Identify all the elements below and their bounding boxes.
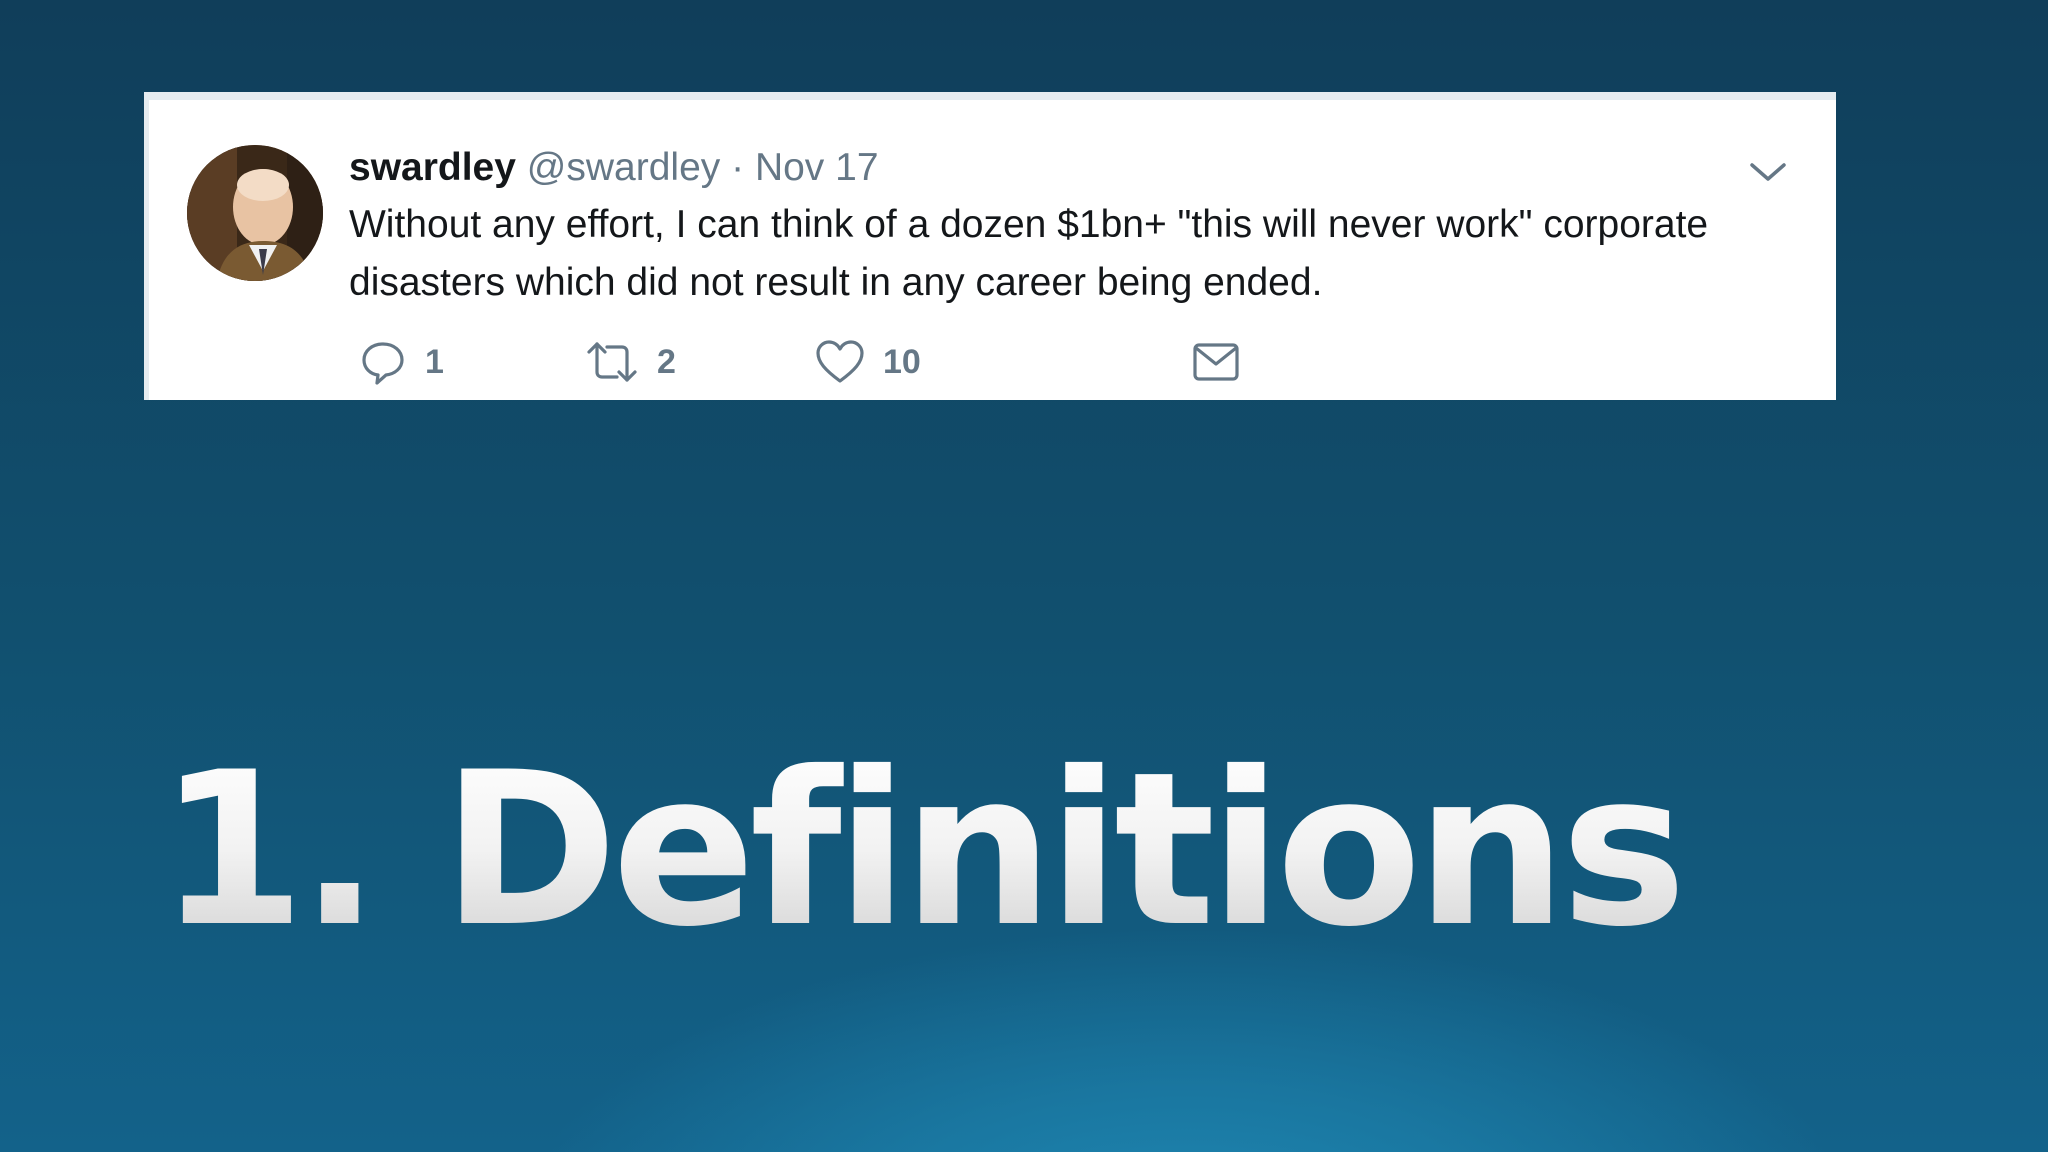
retweet-count: 2 xyxy=(657,342,676,381)
mail-icon xyxy=(1193,342,1239,382)
reply-count: 1 xyxy=(425,342,444,381)
chevron-down-icon[interactable] xyxy=(1748,156,1788,186)
avatar[interactable] xyxy=(187,145,323,281)
tweet-header: swardley @swardley · Nov 17 xyxy=(349,144,879,192)
like-count: 10 xyxy=(883,342,921,381)
retweet-icon xyxy=(585,338,639,386)
tweet-text: Without any effort, I can think of a doz… xyxy=(349,203,1709,304)
display-name[interactable]: swardley xyxy=(349,146,516,189)
header-separator: · xyxy=(731,146,745,189)
direct-message-button[interactable] xyxy=(1193,334,1239,390)
like-button[interactable]: 10 xyxy=(815,334,921,390)
tweet-date[interactable]: Nov 17 xyxy=(755,146,879,189)
tweet-card: swardley @swardley · Nov 17 Without any … xyxy=(144,92,1836,400)
reply-icon xyxy=(359,338,407,386)
slide-title: 1. Definitions xyxy=(158,726,1687,973)
slide: swardley @swardley · Nov 17 Without any … xyxy=(0,0,2048,1152)
avatar-image xyxy=(187,145,323,281)
retweet-button[interactable]: 2 xyxy=(585,334,676,390)
reply-button[interactable]: 1 xyxy=(359,334,444,390)
user-handle[interactable]: @swardley xyxy=(527,146,720,189)
heart-icon xyxy=(815,339,865,385)
